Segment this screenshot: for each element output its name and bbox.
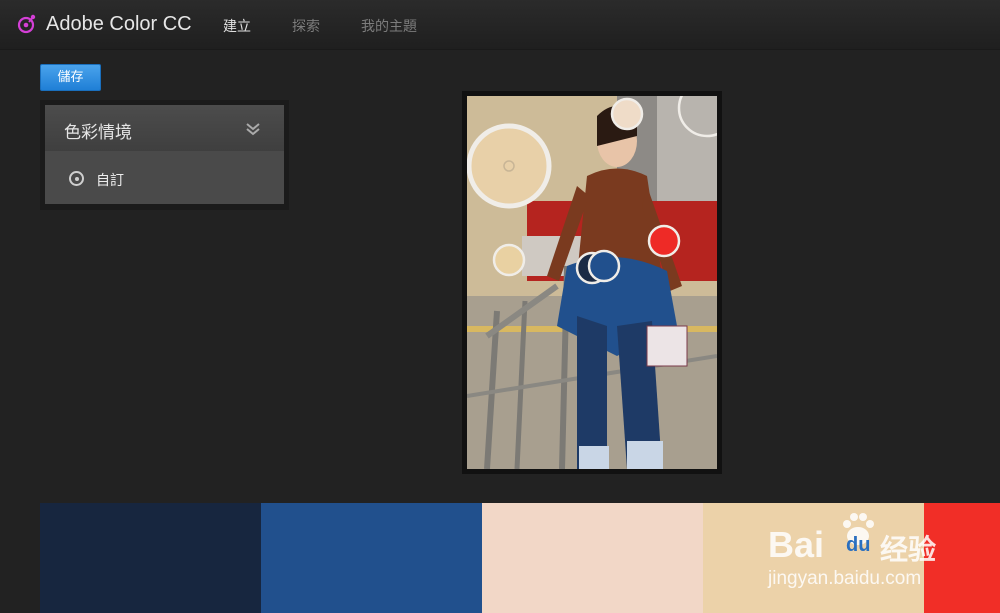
app-title: Adobe Color CC	[46, 13, 192, 35]
source-photo	[467, 96, 717, 469]
save-button[interactable]: 儲存	[40, 64, 101, 91]
swatch-2[interactable]	[261, 503, 482, 613]
color-mood-label: 色彩情境	[64, 123, 132, 143]
watermark-brand-du: du	[846, 534, 871, 556]
photo-illustration	[467, 96, 717, 469]
swatch-1[interactable]	[40, 503, 261, 613]
swatch-3[interactable]	[482, 503, 703, 613]
radio-selected-icon[interactable]	[69, 171, 84, 186]
adobe-color-logo-icon[interactable]	[16, 13, 38, 35]
color-mood-panel: 色彩情境 自訂	[40, 100, 289, 210]
nav-create[interactable]: 建立	[223, 16, 251, 36]
mood-option-label: 自訂	[96, 173, 124, 189]
color-mood-dropdown[interactable]: 色彩情境	[45, 105, 284, 151]
watermark-brand: Bai	[768, 524, 825, 565]
baidu-jingyan-watermark: Bai du 经验 jingyan.baidu.com	[768, 510, 958, 595]
nav-my-themes[interactable]: 我的主題	[361, 16, 417, 36]
nav-explore[interactable]: 探索	[292, 16, 320, 36]
chevron-double-down-icon	[246, 123, 260, 136]
watermark-cn: 经验	[880, 534, 937, 565]
mood-option-custom[interactable]: 自訂	[45, 151, 284, 204]
top-nav-bar: Adobe Color CC 建立 探索 我的主題	[0, 0, 1000, 50]
watermark-url: jingyan.baidu.com	[768, 568, 922, 589]
image-frame	[462, 91, 722, 474]
